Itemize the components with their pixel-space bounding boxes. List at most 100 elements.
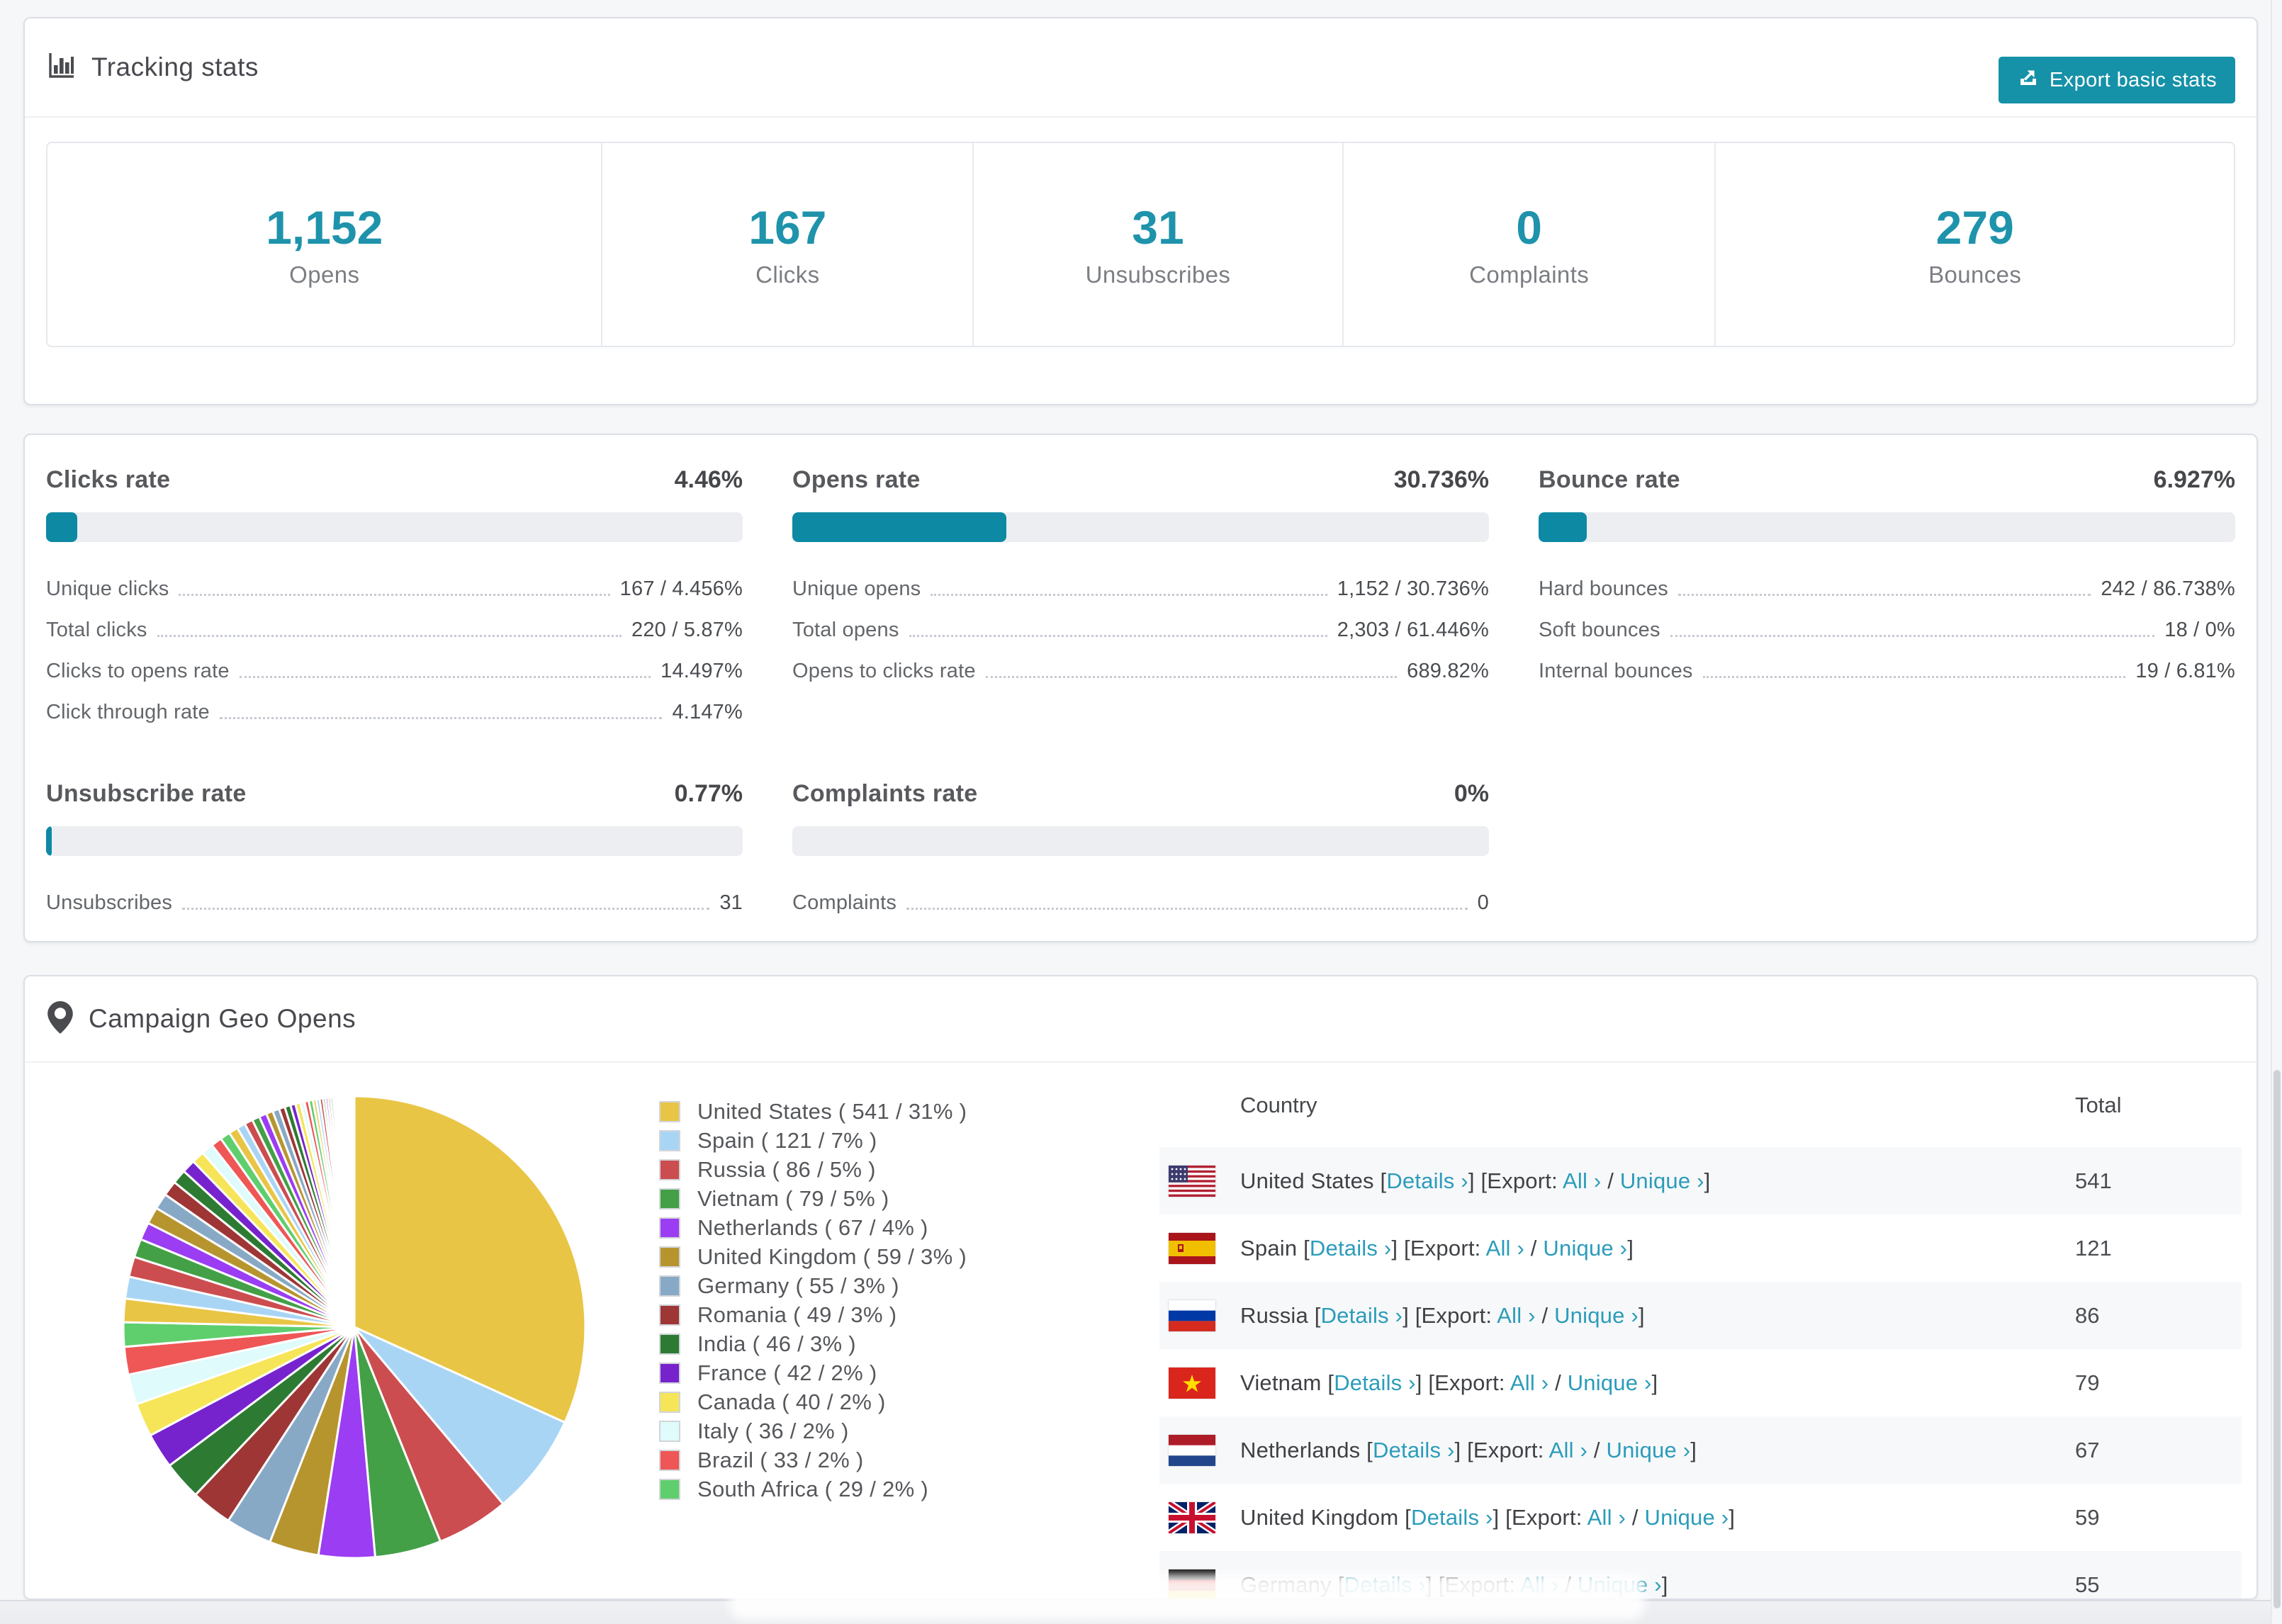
rate-detail-value: 18 / 0% [2164, 619, 2235, 641]
tracking-stats-box: 1,152 Opens 167 Clicks 31 Unsubscribes 0 Co… [46, 142, 2235, 347]
details-link[interactable]: Details › [1386, 1168, 1468, 1193]
geo-table-row-russia: Russia [Details ›] [Export: All › / Uniq… [1159, 1282, 2242, 1349]
legend-swatch [659, 1158, 680, 1180]
rate-detail-value: 31 [719, 891, 743, 914]
geo-table-row-netherlands: Netherlands [Details ›] [Export: All › /… [1159, 1416, 2242, 1484]
export-button-label: Export basic stats [2049, 68, 2217, 91]
gb-flag-icon [1167, 1499, 1218, 1536]
geo-title: Campaign Geo Opens [89, 1004, 356, 1033]
rate-detail-value: 167 / 4.456% [619, 577, 743, 600]
rate-detail-label: Hard bounces [1539, 577, 1668, 600]
details-link[interactable]: Details › [1321, 1303, 1403, 1328]
export-all-link[interactable]: All › [1497, 1303, 1535, 1328]
legend-swatch [659, 1362, 680, 1384]
rate-block-complaints-rate: Complaints rate 0% Complaints 0 [792, 780, 1489, 930]
legend-swatch [659, 1100, 680, 1122]
bar-chart-icon [47, 52, 76, 84]
rate-detail-value: 689.82% [1407, 660, 1489, 682]
legend-item-france: France ( 42 / 2% ) [659, 1358, 967, 1387]
export-all-link[interactable]: All › [1587, 1505, 1626, 1530]
geo-row-total: 86 [2075, 1302, 2100, 1328]
geo-body: United States ( 541 / 31% ) Spain ( 121 … [25, 1063, 2256, 1598]
geo-row-label: United States [Details ›] [Export: All ›… [1240, 1168, 1711, 1193]
legend-item-germany: Germany ( 55 / 3% ) [659, 1271, 967, 1300]
rate-value: 30.736% [1393, 466, 1489, 493]
geo-table-row-united-kingdom: United Kingdom [Details ›] [Export: All … [1159, 1484, 2242, 1551]
legend-item-spain: Spain ( 121 / 7% ) [659, 1126, 967, 1155]
geo-row-label: Russia [Details ›] [Export: All › / Uniq… [1240, 1302, 1645, 1328]
export-unique-link[interactable]: Unique › [1554, 1303, 1639, 1328]
details-link[interactable]: Details › [1411, 1505, 1493, 1530]
rate-detail-value: 220 / 5.87% [631, 619, 743, 641]
rate-title: Unsubscribe rate [46, 780, 247, 807]
rate-progress-fill [792, 512, 1007, 542]
legend-label: United States ( 541 / 31% ) [697, 1098, 967, 1124]
vn-flag-icon [1169, 1367, 1215, 1399]
dotted-leader [239, 676, 651, 678]
export-basic-stats-button[interactable]: Export basic stats [1998, 57, 2235, 103]
stat-label: Bounces [1928, 261, 2022, 288]
rate-detail-row: Opens to clicks rate 689.82% [792, 657, 1489, 685]
legend-label: Canada ( 40 / 2% ) [697, 1389, 886, 1414]
geo-row-label: United Kingdom [Details ›] [Export: All … [1240, 1504, 1736, 1530]
legend-swatch [659, 1478, 680, 1500]
rate-detail-value: 4.147% [672, 701, 743, 723]
stat-cell-bounces: 279 Bounces [1714, 143, 2234, 346]
export-unique-link[interactable]: Unique › [1645, 1505, 1729, 1530]
scrollbar-thumb[interactable] [2273, 1070, 2281, 1608]
legend-label: United Kingdom ( 59 / 3% ) [697, 1244, 967, 1269]
legend-label: Germany ( 55 / 3% ) [697, 1273, 899, 1298]
export-unique-link[interactable]: Unique › [1568, 1370, 1652, 1395]
export-all-link[interactable]: All › [1486, 1236, 1524, 1261]
geo-table-row-vietnam: Vietnam [Details ›] [Export: All › / Uni… [1159, 1349, 2242, 1416]
details-link[interactable]: Details › [1310, 1236, 1392, 1261]
geo-row-total: 67 [2075, 1437, 2100, 1462]
rate-detail-row: Soft bounces 18 / 0% [1539, 616, 2235, 644]
export-all-link[interactable]: All › [1510, 1370, 1548, 1395]
vertical-scrollbar[interactable] [2271, 0, 2282, 1624]
geo-opens-pie-chart[interactable] [120, 1093, 588, 1561]
dotted-leader [906, 908, 1468, 910]
legend-item-united-kingdom: United Kingdom ( 59 / 3% ) [659, 1242, 967, 1271]
rate-detail-label: Unique opens [792, 577, 921, 600]
export-all-link[interactable]: All › [1563, 1168, 1601, 1193]
rate-detail-row: Unsubscribes 31 [46, 889, 743, 917]
stat-label: Clicks [755, 261, 820, 288]
rate-title: Clicks rate [46, 466, 171, 493]
geo-header: Campaign Geo Opens [25, 976, 2256, 1063]
export-icon [2017, 66, 2040, 94]
details-link[interactable]: Details › [1373, 1438, 1455, 1462]
export-unique-link[interactable]: Unique › [1606, 1438, 1690, 1462]
details-link[interactable]: Details › [1334, 1370, 1416, 1395]
pie-legend: United States ( 541 / 31% ) Spain ( 121 … [659, 1097, 967, 1504]
rate-detail-label: Opens to clicks rate [792, 660, 976, 682]
export-unique-link[interactable]: Unique › [1543, 1236, 1627, 1261]
legend-item-india: India ( 46 / 3% ) [659, 1329, 967, 1358]
legend-swatch [659, 1449, 680, 1471]
rate-detail-row: Total opens 2,303 / 61.446% [792, 616, 1489, 644]
legend-swatch [659, 1217, 680, 1239]
legend-item-italy: Italy ( 36 / 2% ) [659, 1416, 967, 1445]
rate-detail-label: Complaints [792, 891, 897, 914]
geo-country-table: Country Total United States [Details ›] … [1159, 1063, 2242, 1598]
stat-value: 167 [748, 201, 827, 254]
legend-label: Italy ( 36 / 2% ) [697, 1418, 849, 1443]
rate-title: Complaints rate [792, 780, 978, 807]
legend-label: Brazil ( 33 / 2% ) [697, 1447, 864, 1472]
geo-row-total: 55 [2075, 1572, 2100, 1597]
geo-row-label: Netherlands [Details ›] [Export: All › /… [1240, 1437, 1697, 1462]
dotted-leader [909, 635, 1327, 637]
legend-label: Netherlands ( 67 / 4% ) [697, 1214, 928, 1240]
legend-item-romania: Romania ( 49 / 3% ) [659, 1300, 967, 1329]
stat-value: 1,152 [266, 201, 383, 254]
dotted-leader [1677, 594, 2091, 596]
export-all-link[interactable]: All › [1549, 1438, 1587, 1462]
export-unique-link[interactable]: Unique › [1620, 1168, 1704, 1193]
us-flag-icon [1169, 1165, 1215, 1197]
stat-label: Complaints [1469, 261, 1590, 288]
legend-swatch [659, 1129, 680, 1151]
tracking-stats-header: Tracking stats Export basic stats [25, 18, 2256, 118]
rate-value: 0.77% [674, 780, 743, 807]
rate-value: 4.46% [674, 466, 743, 493]
geo-row-label: Spain [Details ›] [Export: All › / Uniqu… [1240, 1235, 1634, 1261]
